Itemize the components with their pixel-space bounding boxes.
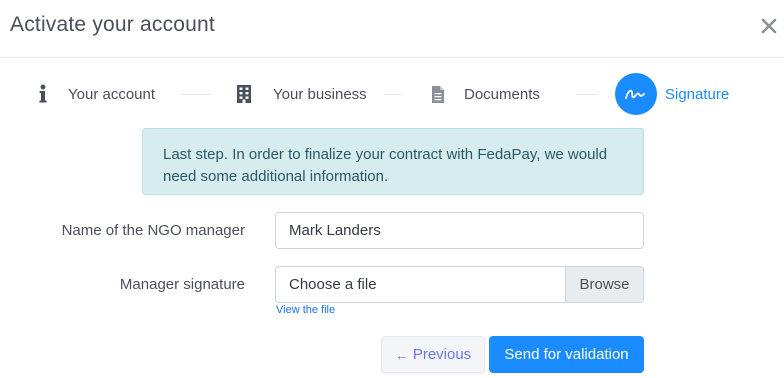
- step-label: Your business: [273, 85, 367, 103]
- manager-signature-file-input[interactable]: Choose a file Browse: [275, 266, 644, 303]
- step-your-account[interactable]: Your account: [36, 70, 155, 118]
- previous-button[interactable]: ← Previous: [381, 336, 485, 373]
- step-divider: [384, 94, 402, 95]
- step-divider: [576, 94, 598, 95]
- send-for-validation-button[interactable]: Send for validation: [489, 336, 644, 373]
- alert-text: Last step. In order to finalize your con…: [163, 146, 608, 185]
- manager-name-value: Mark Landers: [289, 222, 381, 239]
- info-alert: Last step. In order to finalize your con…: [142, 128, 644, 195]
- step-divider: [181, 94, 211, 95]
- steps-bar: Your account Your business Documents Sig…: [0, 70, 784, 118]
- info-icon: [36, 84, 50, 104]
- building-icon: [235, 84, 253, 104]
- document-icon: [430, 85, 446, 104]
- close-button[interactable]: [756, 13, 782, 39]
- modal-header: Activate your account: [0, 0, 784, 58]
- step-your-business[interactable]: Your business: [235, 70, 367, 118]
- file-placeholder: Choose a file: [289, 276, 377, 293]
- step-signature[interactable]: Signature: [615, 70, 729, 118]
- step-label: Documents: [464, 85, 540, 103]
- view-file-link[interactable]: View the file: [276, 304, 335, 316]
- modal-title: Activate your account: [10, 13, 215, 36]
- step-label: Signature: [665, 85, 730, 103]
- step-documents[interactable]: Documents: [430, 70, 540, 118]
- signature-icon: [615, 73, 657, 115]
- step-label: Your account: [68, 85, 156, 103]
- manager-signature-label: Manager signature: [119, 276, 245, 293]
- manager-name-label: Name of the NGO manager: [61, 222, 245, 239]
- browse-button[interactable]: Browse: [565, 267, 643, 302]
- close-icon: [761, 18, 777, 34]
- previous-label: Previous: [412, 346, 472, 363]
- manager-name-input[interactable]: Mark Landers: [275, 212, 644, 249]
- arrow-left-icon: ←: [394, 346, 409, 363]
